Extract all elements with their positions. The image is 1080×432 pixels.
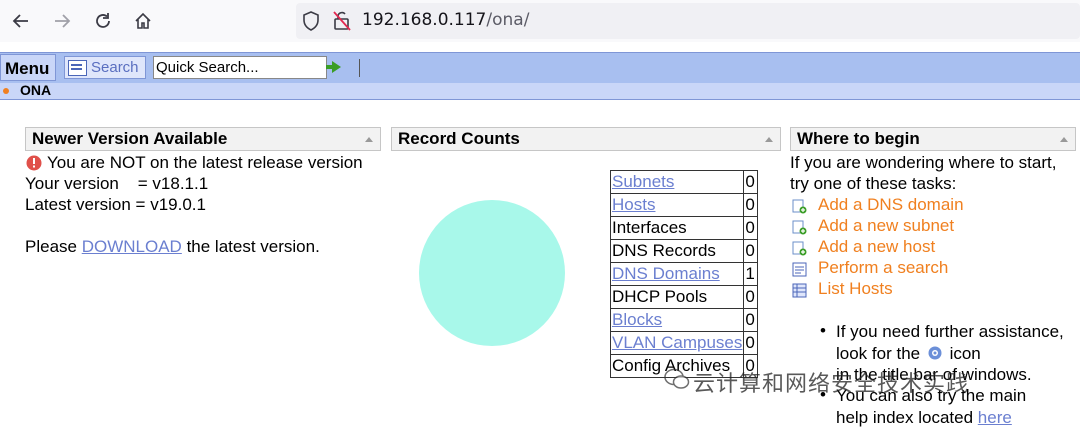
record-count-table: Subnets 0 Hosts 0 Interfaces 0 DNS Records 0 DNS… xyxy=(609,170,759,378)
table-row[interactable]: Hosts 0 xyxy=(609,193,759,217)
record-panel-title: Record Counts xyxy=(398,129,520,148)
version-warning: You are NOT on the latest release versio… xyxy=(47,153,363,172)
menubar-divider xyxy=(359,59,360,77)
latest-version: Latest version = v19.0.1 xyxy=(25,195,206,214)
record-pie-chart xyxy=(419,200,565,346)
record-count: 0 xyxy=(743,331,759,355)
go-arrow-icon[interactable] xyxy=(326,61,341,73)
quick-search-input[interactable] xyxy=(153,56,327,79)
search-button[interactable]: Search xyxy=(64,56,146,79)
help-line2: look for the icon xyxy=(836,344,981,364)
table-row: DHCP Pools 0 xyxy=(609,285,759,309)
task-add-host[interactable]: Add a new host xyxy=(818,237,935,257)
begin-panel-title: Where to begin xyxy=(797,129,920,148)
reload-button[interactable] xyxy=(90,8,116,34)
record-count: 1 xyxy=(743,262,759,286)
record-count: 0 xyxy=(743,193,759,217)
download-suffix: the latest version. xyxy=(186,237,320,256)
back-button[interactable] xyxy=(8,8,34,34)
task-add-dns-domain[interactable]: Add a DNS domain xyxy=(818,195,964,215)
begin-panel-header: Where to begin xyxy=(790,127,1076,151)
help-line2-icon-word: icon xyxy=(949,344,981,363)
search-button-label: Search xyxy=(91,59,139,76)
table-row: DNS Records 0 xyxy=(609,239,759,263)
bullet-icon xyxy=(3,88,9,94)
record-label[interactable]: DNS Domains xyxy=(609,262,745,286)
begin-intro-line1: If you are wondering where to start, xyxy=(790,153,1057,172)
record-panel-header: Record Counts xyxy=(391,127,781,151)
add-host-icon xyxy=(792,241,807,256)
ona-tab[interactable]: ONA xyxy=(20,83,51,98)
help-line5-text: help index located xyxy=(836,408,974,427)
table-row[interactable]: Blocks 0 xyxy=(609,308,759,332)
task-add-subnet[interactable]: Add a new subnet xyxy=(818,216,954,236)
record-label[interactable]: Hosts xyxy=(609,193,745,217)
task-list-hosts[interactable]: List Hosts xyxy=(818,279,893,299)
record-label: DNS Records xyxy=(609,239,745,263)
shield-icon[interactable] xyxy=(302,11,320,31)
table-row[interactable]: DNS Domains 1 xyxy=(609,262,759,286)
home-icon xyxy=(135,12,151,29)
record-count: 0 xyxy=(743,216,759,240)
insecure-lock-icon[interactable] xyxy=(332,10,352,32)
your-version: Your version = v18.1.1 xyxy=(25,174,209,193)
download-prefix: Please xyxy=(25,237,77,256)
help-line1: If you need further assistance, xyxy=(836,322,1064,341)
record-count: 0 xyxy=(743,239,759,263)
search-form-icon xyxy=(792,262,807,277)
help-line2-text: look for the xyxy=(836,344,921,363)
forward-arrow-icon xyxy=(55,14,71,28)
browser-toolbar: 192.168.0.117/ona/ xyxy=(0,0,1080,42)
record-count: 0 xyxy=(743,285,759,309)
bullet-dot: • xyxy=(820,321,826,340)
add-subnet-icon xyxy=(792,220,807,235)
url-host: 192.168.0.117 xyxy=(362,10,487,30)
record-count: 0 xyxy=(743,170,759,194)
reload-icon xyxy=(96,13,110,28)
record-label: DHCP Pools xyxy=(609,285,745,309)
task-perform-search[interactable]: Perform a search xyxy=(818,258,948,278)
download-line: Please DOWNLOAD the latest version. xyxy=(25,237,320,257)
help-index-link[interactable]: here xyxy=(978,408,1012,427)
url-text[interactable]: 192.168.0.117/ona/ xyxy=(362,10,529,30)
begin-intro-line2: try one of these tasks: xyxy=(790,174,957,193)
collapse-icon[interactable] xyxy=(765,137,773,142)
forward-button[interactable] xyxy=(49,8,75,34)
home-button[interactable] xyxy=(130,8,156,34)
version-panel-header: Newer Version Available xyxy=(25,127,381,151)
record-label[interactable]: Blocks xyxy=(609,308,745,332)
download-link[interactable]: DOWNLOAD xyxy=(82,237,182,256)
wechat-logo-icon xyxy=(664,368,690,389)
ona-tab-bar: ONA xyxy=(0,83,1080,100)
record-label[interactable]: Subnets xyxy=(609,170,745,194)
url-path: /ona/ xyxy=(486,10,530,30)
warning-icon xyxy=(26,155,42,171)
version-panel-title: Newer Version Available xyxy=(32,129,228,148)
back-arrow-icon xyxy=(12,14,28,28)
collapse-icon[interactable] xyxy=(365,137,373,142)
search-form-icon xyxy=(68,60,87,76)
list-icon xyxy=(792,283,807,298)
watermark-text: 云计算和网络安全技术实践 xyxy=(693,371,970,396)
add-domain-icon xyxy=(792,199,807,214)
help-line5: help index located here xyxy=(836,408,1012,428)
record-label[interactable]: VLAN Campuses xyxy=(609,331,745,355)
table-row[interactable]: VLAN Campuses 0 xyxy=(609,331,759,355)
record-label: Interfaces xyxy=(609,216,745,240)
menu-button[interactable]: Menu xyxy=(0,54,56,81)
help-icon xyxy=(928,346,942,360)
table-row: Interfaces 0 xyxy=(609,216,759,240)
ona-menubar: Menu Search xyxy=(0,52,1080,84)
record-count: 0 xyxy=(743,308,759,332)
table-row[interactable]: Subnets 0 xyxy=(609,170,759,194)
collapse-icon[interactable] xyxy=(1060,137,1068,142)
